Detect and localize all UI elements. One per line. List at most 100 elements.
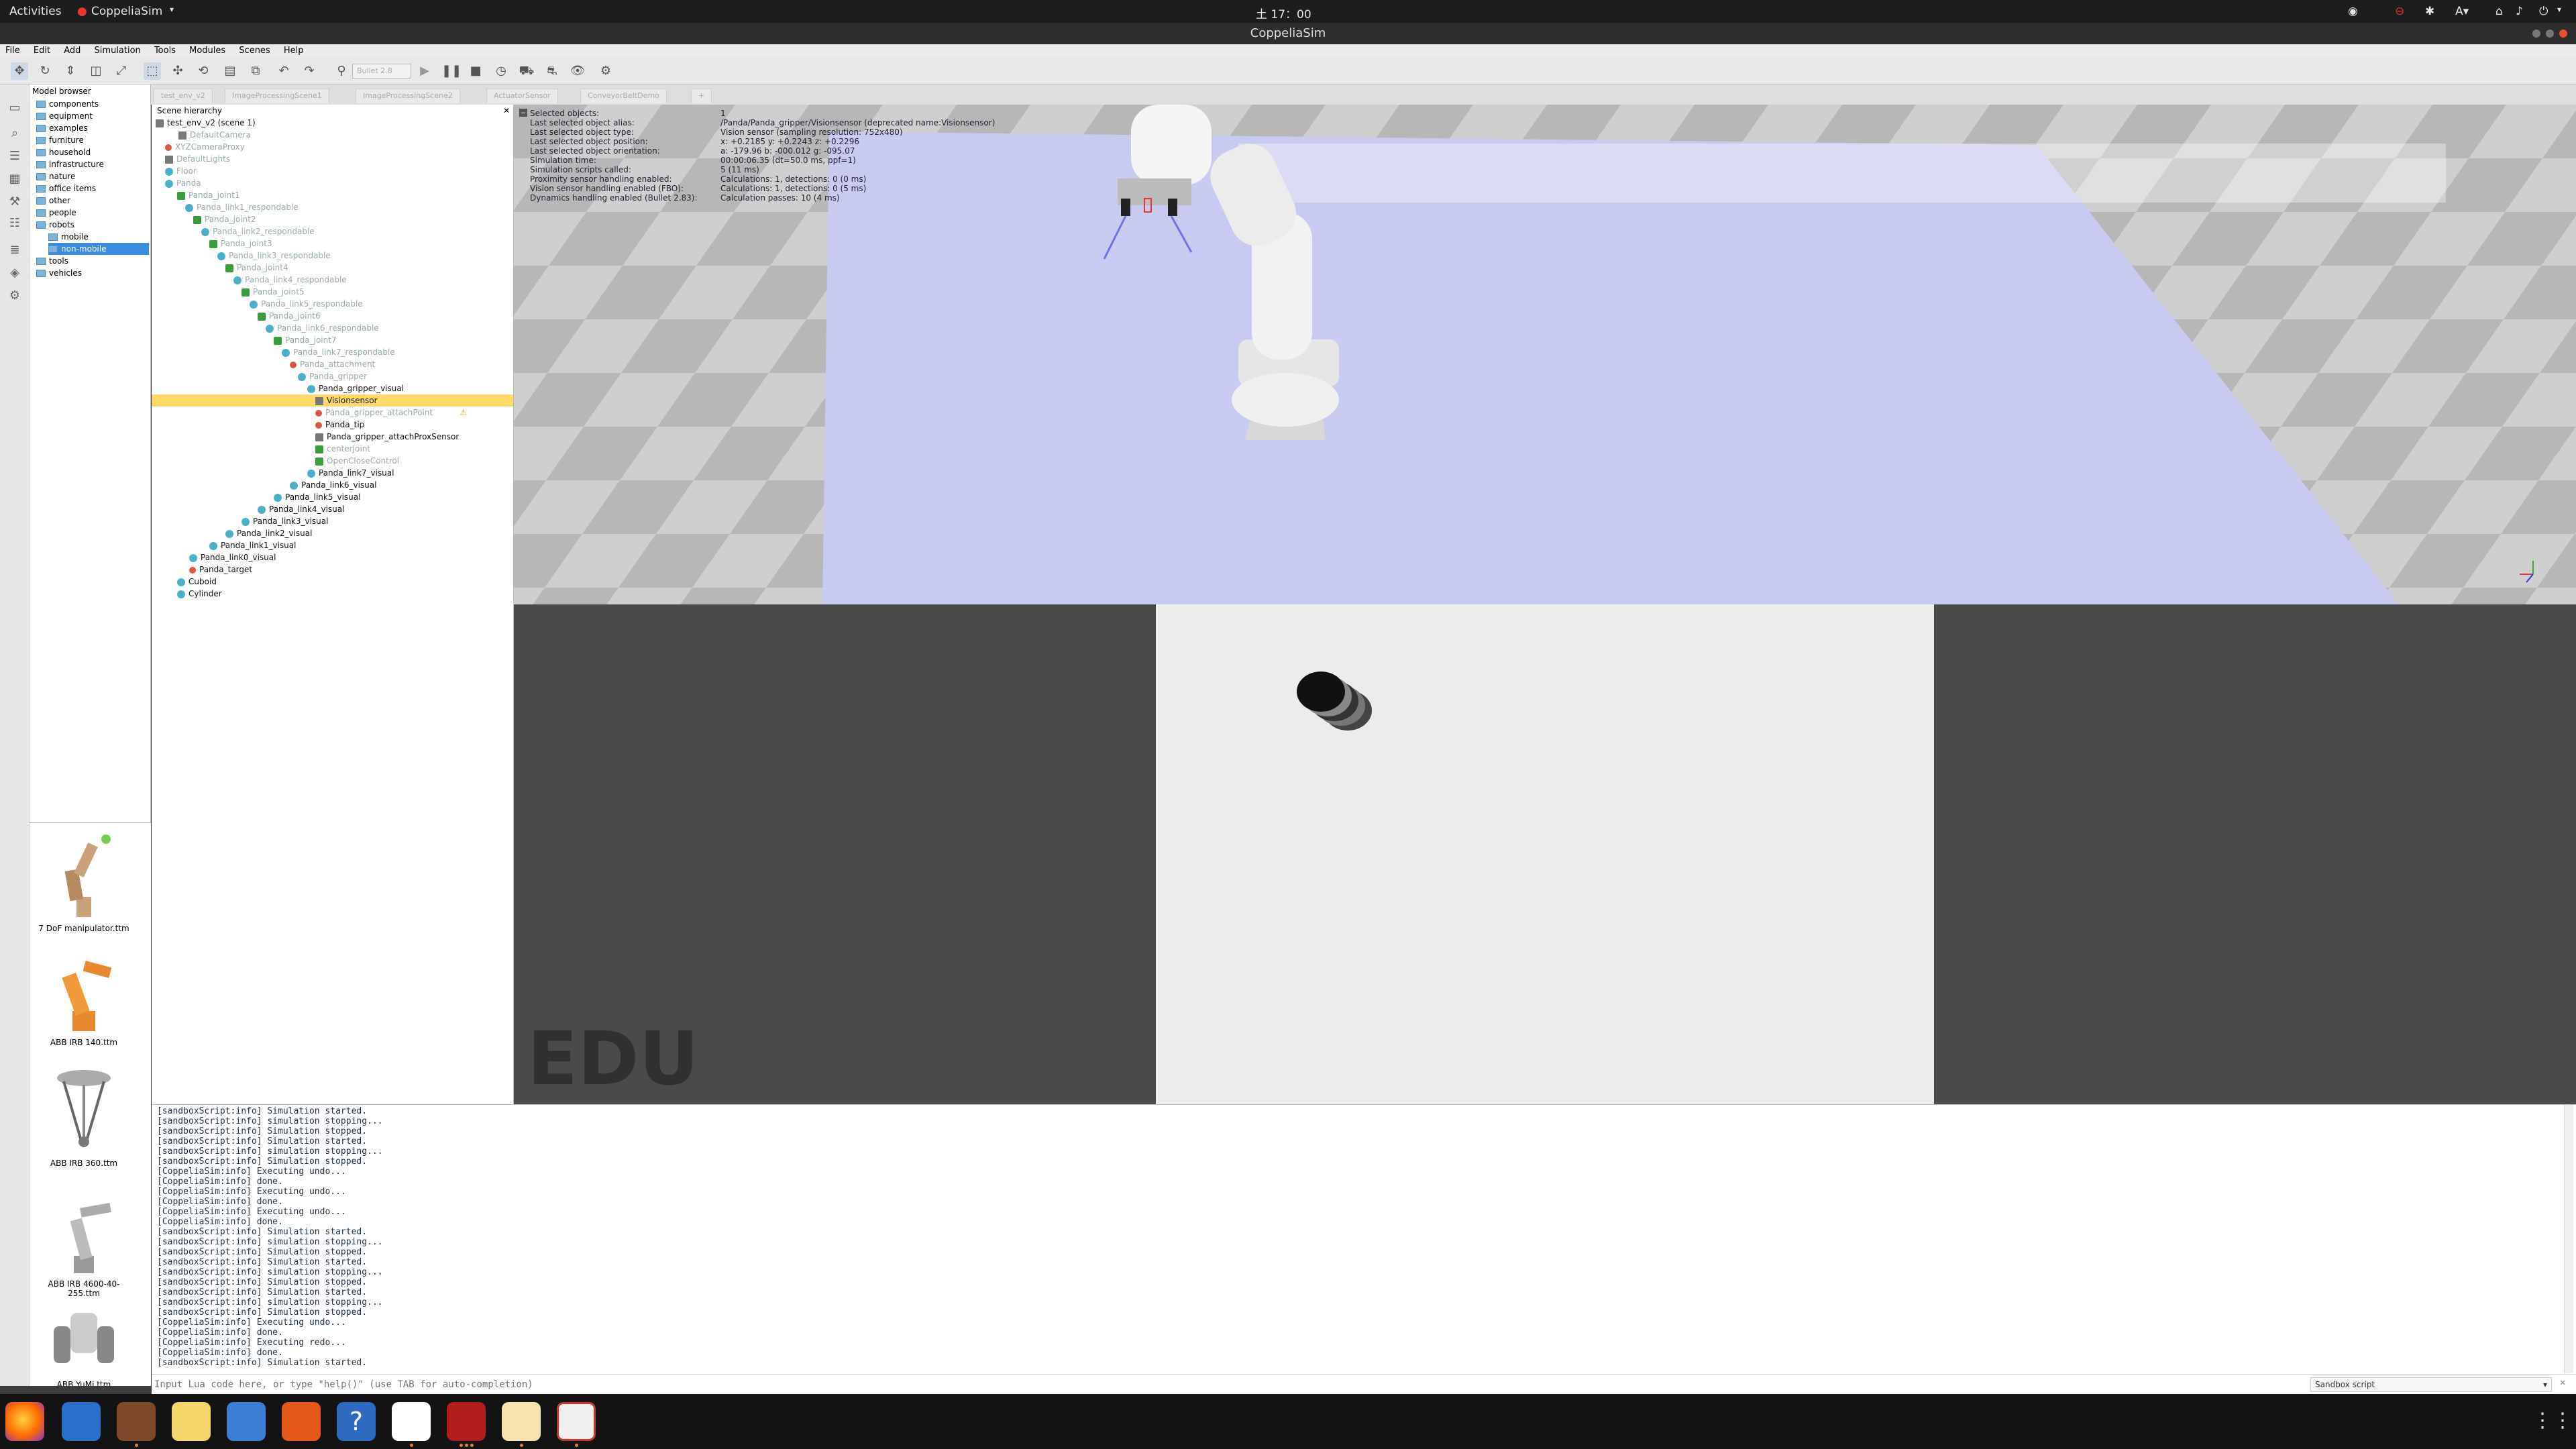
camera-rotate-icon[interactable]: ↻ bbox=[36, 62, 54, 80]
tree-item[interactable]: XYZCameraProxy bbox=[165, 141, 245, 153]
camera-angle-icon[interactable]: ◫ bbox=[87, 62, 105, 80]
close-icon[interactable]: ✕ bbox=[2560, 1377, 2565, 1388]
app-menu-chevron-icon[interactable]: ▾ bbox=[170, 5, 174, 14]
tree-item[interactable]: Panda_joint7 bbox=[274, 334, 337, 346]
tree-item[interactable]: Panda_gripper_visual bbox=[307, 382, 404, 394]
tab-scene-4[interactable]: ActuatorSensor bbox=[486, 89, 558, 103]
move-icon[interactable]: ✣ bbox=[169, 62, 186, 80]
tab-scene-2[interactable]: ImageProcessingScene1 bbox=[225, 89, 329, 103]
model-folder-tools[interactable]: tools bbox=[36, 255, 68, 267]
collapse-info-icon[interactable]: − bbox=[519, 109, 527, 117]
coppeliasim-icon[interactable] bbox=[557, 1402, 596, 1441]
input-method-icon[interactable]: A▾ bbox=[2455, 5, 2469, 18]
realtime-icon[interactable]: ◷ bbox=[492, 62, 510, 80]
select-icon[interactable]: ⬚ bbox=[144, 62, 161, 80]
tree-item[interactable]: Cuboid bbox=[177, 576, 217, 588]
model-thumb-abb-irb-360[interactable]: ABB IRB 360.ttm bbox=[34, 1065, 134, 1168]
tree-item[interactable]: Panda_link0_visual bbox=[189, 551, 276, 564]
rotate-object-icon[interactable]: ⟲ bbox=[195, 62, 212, 80]
tree-item[interactable]: Cylinder bbox=[177, 588, 222, 600]
tree-item[interactable]: Panda_link5_respondable bbox=[250, 298, 363, 310]
scene-objects-icon[interactable]: ⚙ bbox=[597, 62, 614, 80]
pause-icon[interactable]: ❚❚ bbox=[441, 62, 462, 80]
app-grid-icon[interactable]: ⋮⋮ bbox=[2532, 1409, 2573, 1432]
scene-root[interactable]: test_env_v2 (scene 1) bbox=[156, 117, 256, 129]
play-icon[interactable]: ▶ bbox=[416, 62, 433, 80]
files-icon[interactable] bbox=[117, 1402, 156, 1441]
tree-item[interactable]: DefaultLights bbox=[165, 153, 230, 165]
text-editor-icon[interactable] bbox=[502, 1402, 541, 1441]
tree-item[interactable]: Panda_link6_respondable bbox=[266, 322, 379, 334]
tree-item[interactable]: Panda_joint2 bbox=[193, 213, 256, 225]
tree-item[interactable]: Floor bbox=[165, 165, 197, 177]
redo-icon[interactable]: ↷ bbox=[301, 62, 318, 80]
visualization-icon[interactable]: 👁 bbox=[569, 62, 586, 80]
app-menu[interactable]: CoppeliaSim bbox=[91, 5, 162, 18]
menu-tools[interactable]: Tools bbox=[149, 44, 181, 57]
tree-item-selected[interactable]: Visionsensor bbox=[152, 394, 513, 407]
calculation-modules-icon[interactable]: ⚒ bbox=[7, 195, 23, 211]
collections-icon[interactable]: ☷ bbox=[7, 216, 23, 232]
slack-icon[interactable] bbox=[392, 1402, 431, 1441]
tree-item[interactable]: Panda_link1_respondable bbox=[185, 201, 299, 213]
model-folder-household[interactable]: household bbox=[36, 146, 91, 158]
accessibility-icon[interactable]: ◉ bbox=[2348, 5, 2358, 18]
tree-item[interactable]: Panda_link3_respondable bbox=[217, 250, 331, 262]
user-settings-icon[interactable]: ⚙ bbox=[7, 288, 23, 305]
model-folder-robots[interactable]: robots bbox=[36, 219, 74, 231]
model-folder-nature[interactable]: nature bbox=[36, 170, 75, 182]
tree-item[interactable]: Panda_gripper bbox=[298, 370, 367, 382]
undo-icon[interactable]: ↶ bbox=[275, 62, 292, 80]
power-menu-chevron-icon[interactable]: ▾ bbox=[2557, 5, 2561, 14]
tree-item[interactable]: Panda_tip bbox=[315, 419, 364, 431]
tab-new-scene[interactable]: + bbox=[691, 89, 712, 103]
menu-modules[interactable]: Modules bbox=[184, 44, 231, 57]
help-icon[interactable]: ? bbox=[337, 1402, 376, 1441]
shapes-icon[interactable]: ◈ bbox=[7, 266, 23, 282]
model-folder-office-items[interactable]: office items bbox=[36, 182, 96, 195]
minimize-icon[interactable] bbox=[2532, 30, 2540, 38]
tree-item[interactable]: Panda_link6_visual bbox=[290, 479, 376, 491]
tree-item[interactable]: Panda_link5_visual bbox=[274, 491, 360, 503]
model-folder-vehicles[interactable]: vehicles bbox=[36, 267, 82, 279]
scene-viewport[interactable]: − Selected objects: Last selected object … bbox=[514, 105, 2576, 1104]
model-folder-components[interactable]: components bbox=[36, 98, 99, 110]
software-icon[interactable] bbox=[282, 1402, 321, 1441]
tree-item[interactable]: Panda_link4_visual bbox=[258, 503, 344, 515]
tree-item[interactable]: Panda_target bbox=[189, 564, 252, 576]
menu-edit[interactable]: Edit bbox=[28, 44, 56, 57]
tree-item[interactable]: Panda_gripper_attachPoint ⚠ bbox=[315, 407, 467, 419]
mail-icon[interactable] bbox=[62, 1402, 101, 1441]
tree-item[interactable]: Panda_link2_respondable bbox=[201, 225, 315, 237]
tab-scene-5[interactable]: ConveyorBeltDemo bbox=[580, 89, 667, 103]
tree-item[interactable]: Panda_link1_visual bbox=[209, 539, 296, 551]
model-thumb-abb-yumi[interactable]: ABB YuMi.ttm bbox=[34, 1306, 134, 1386]
tree-item[interactable]: OpenCloseControl bbox=[315, 455, 399, 467]
transfer-dna-icon[interactable]: ⧉ bbox=[247, 62, 264, 80]
close-icon[interactable] bbox=[2559, 30, 2567, 38]
tree-item[interactable]: centerJoint bbox=[315, 443, 370, 455]
tree-item[interactable]: Panda bbox=[165, 177, 201, 189]
tree-item[interactable]: Panda_joint5 bbox=[241, 286, 305, 298]
model-folder-examples[interactable]: examples bbox=[36, 122, 88, 134]
power-icon[interactable]: ⏻ bbox=[2539, 5, 2548, 18]
clock[interactable]: 土 17：00 bbox=[1256, 5, 1311, 21]
model-folder-other[interactable]: other bbox=[36, 195, 70, 207]
activities-button[interactable]: Activities bbox=[9, 5, 62, 18]
assemble-icon[interactable]: ▤ bbox=[221, 62, 239, 80]
tree-item[interactable]: Panda_link4_respondable bbox=[233, 274, 347, 286]
hierarchy-icon[interactable]: ☰ bbox=[7, 149, 23, 165]
menu-simulation[interactable]: Simulation bbox=[89, 44, 146, 57]
tree-item[interactable]: Panda_joint4 bbox=[225, 262, 288, 274]
music-icon[interactable] bbox=[172, 1402, 211, 1441]
terminal-icon[interactable] bbox=[447, 1402, 486, 1441]
slow-down-icon[interactable]: ⛟ bbox=[518, 62, 535, 80]
fit-view-icon[interactable]: ⤢ bbox=[113, 62, 130, 80]
tree-item[interactable]: Panda_joint1 bbox=[177, 189, 240, 201]
camera-shift-icon[interactable]: ⇕ bbox=[62, 62, 79, 80]
speed-up-icon[interactable]: ⛐ bbox=[543, 62, 561, 80]
model-thumb-abb-irb-140[interactable]: ABB IRB 140.ttm bbox=[34, 944, 134, 1047]
menu-help[interactable]: Help bbox=[278, 44, 309, 57]
camera-pan-icon[interactable]: ✥ bbox=[11, 62, 28, 80]
stop-icon[interactable]: ■ bbox=[467, 62, 484, 80]
